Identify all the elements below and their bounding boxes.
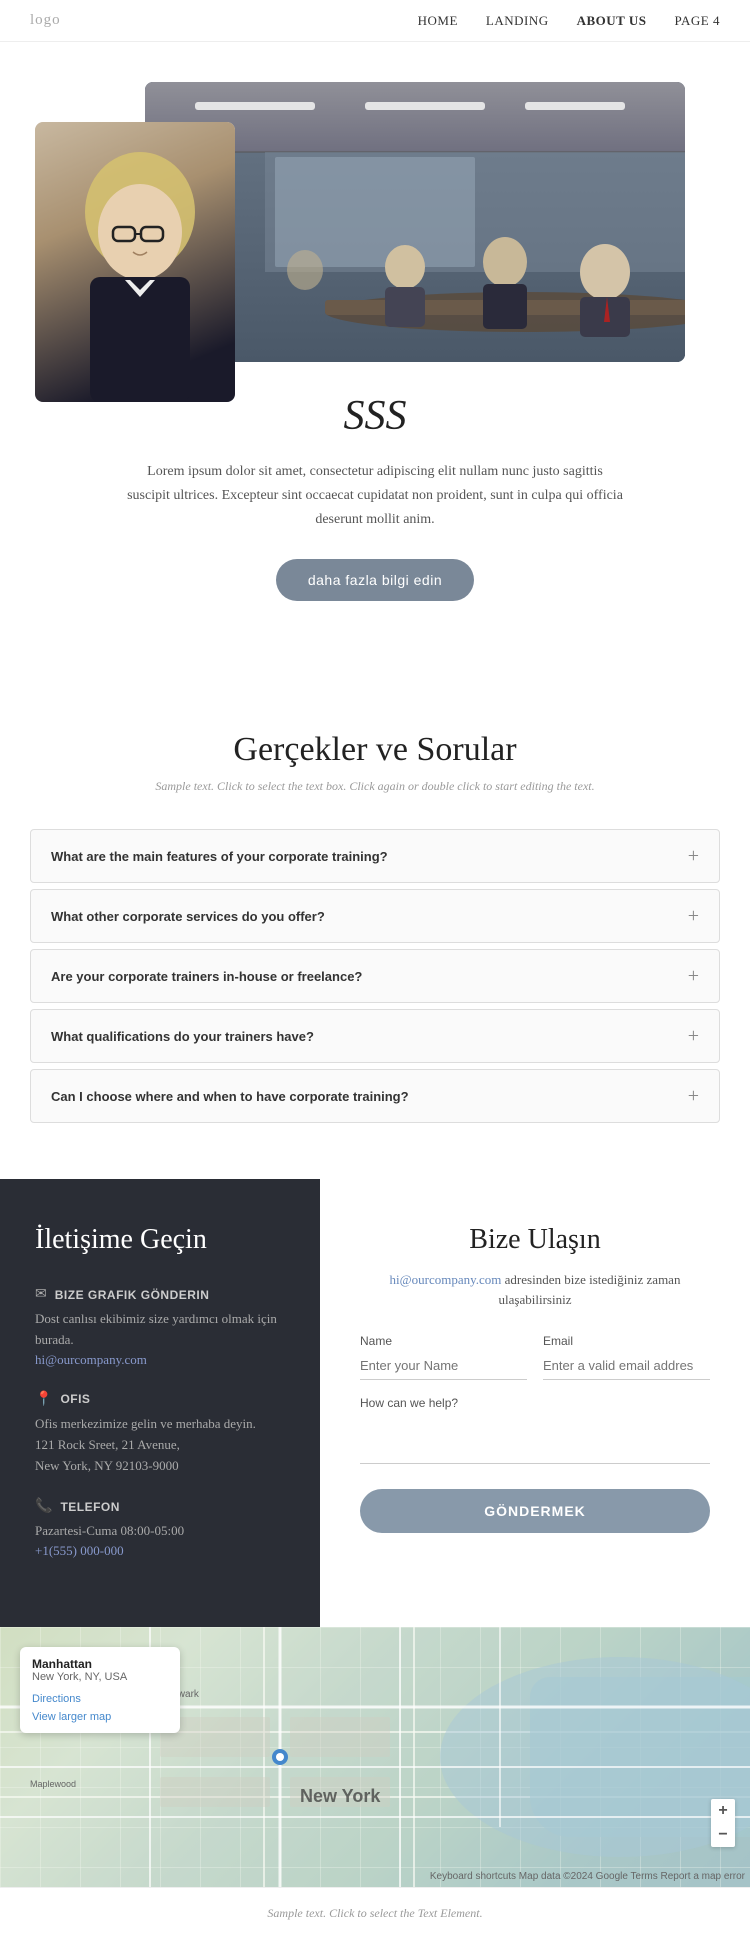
faq-section: Gerçekler ve Sorular Sample text. Click … — [0, 661, 750, 1179]
hero-overlay-portrait — [35, 122, 235, 402]
contact-left-panel: İletişime Geçin ✉ BIZE GRAFIK GÖNDERIN D… — [0, 1179, 320, 1627]
footer-text: Sample text. Click to select the Text El… — [267, 1906, 482, 1920]
map-section: New York Newark Maplewood Manhattan New … — [0, 1627, 750, 1887]
nav-link-about[interactable]: ABOUT US — [577, 13, 647, 29]
name-input[interactable] — [360, 1352, 527, 1380]
help-label: How can we help? — [360, 1396, 710, 1410]
contact-email-text: Dost canlısı ekibimiz size yardımcı olma… — [35, 1309, 285, 1351]
contact-phone-title: TELEFON — [60, 1500, 120, 1514]
map-directions-link[interactable]: Directions — [32, 1693, 81, 1705]
logo: logo — [30, 12, 61, 29]
map-background: New York Newark Maplewood Manhattan New … — [0, 1627, 750, 1887]
name-form-group: Name — [360, 1334, 527, 1380]
contact-right-panel: Bize Ulaşın hi@ourcompany.com adresinden… — [320, 1179, 750, 1627]
map-zoom-controls: + − — [711, 1799, 735, 1847]
contact-office-item: 📍 OFIS Ofis merkezimize gelin ve merhaba… — [35, 1391, 285, 1476]
contact-email-item: ✉ BIZE GRAFIK GÖNDERIN Dost canlısı ekib… — [35, 1286, 285, 1369]
email-icon: ✉ — [35, 1286, 47, 1303]
map-popup-address: New York, NY, USA — [32, 1671, 168, 1683]
svg-text:New York: New York — [300, 1786, 381, 1806]
hero-section: SSS Lorem ipsum dolor sit amet, consecte… — [0, 42, 750, 661]
help-textarea[interactable] — [360, 1414, 710, 1464]
email-form-group: Email — [543, 1334, 710, 1380]
email-label: Email — [543, 1334, 710, 1348]
portrait-svg — [35, 122, 235, 402]
faq-plus-4: + — [688, 1026, 699, 1046]
map-zoom-in-button[interactable]: + — [711, 1799, 735, 1823]
footer: Sample text. Click to select the Text El… — [0, 1887, 750, 1938]
contact-phone-text: Pazartesi-Cuma 08:00-05:00 — [35, 1521, 285, 1542]
faq-question-5: Can I choose where and when to have corp… — [51, 1089, 409, 1104]
faq-plus-1: + — [688, 846, 699, 866]
email-input[interactable] — [543, 1352, 710, 1380]
faq-subtitle: Sample text. Click to select the text bo… — [30, 779, 720, 794]
faq-question-4: What qualifications do your trainers hav… — [51, 1029, 314, 1044]
faq-title: Gerçekler ve Sorular — [30, 731, 720, 769]
contact-right-desc: hi@ourcompany.com adresinden bize istedi… — [360, 1270, 710, 1309]
contact-office-text: Ofis merkezimize gelin ve merhaba deyin.… — [35, 1414, 285, 1476]
navigation: logo HOME LANDING ABOUT US PAGE 4 — [0, 0, 750, 42]
contact-phone-link[interactable]: +1(555) 000-000 — [35, 1543, 124, 1558]
faq-plus-2: + — [688, 906, 699, 926]
contact-left-title: İletişime Geçin — [35, 1224, 285, 1256]
contact-office-header: 📍 OFIS — [35, 1391, 285, 1408]
faq-question-3: Are your corporate trainers in-house or … — [51, 969, 362, 984]
map-popup-title: Manhattan — [32, 1657, 168, 1671]
contact-email-title: BIZE GRAFIK GÖNDERIN — [55, 1288, 210, 1302]
contact-office-title: OFIS — [60, 1392, 90, 1406]
contact-right-email-link[interactable]: hi@ourcompany.com — [390, 1272, 502, 1287]
contact-email-link[interactable]: hi@ourcompany.com — [35, 1352, 147, 1367]
map-view-larger-link[interactable]: View larger map — [32, 1711, 168, 1723]
faq-item-1[interactable]: What are the main features of your corpo… — [30, 829, 720, 883]
name-label: Name — [360, 1334, 527, 1348]
faq-question-2: What other corporate services do you off… — [51, 909, 325, 924]
contact-email-header: ✉ BIZE GRAFIK GÖNDERIN — [35, 1286, 285, 1303]
faq-item-4[interactable]: What qualifications do your trainers hav… — [30, 1009, 720, 1063]
nav-link-landing[interactable]: LANDING — [486, 13, 549, 29]
nav-links: HOME LANDING ABOUT US PAGE 4 — [418, 13, 720, 29]
contact-form-row1: Name Email — [360, 1334, 710, 1380]
contact-phone-item: 📞 TELEFON Pazartesi-Cuma 08:00-05:00 +1(… — [35, 1498, 285, 1560]
map-attribution: Keyboard shortcuts Map data ©2024 Google… — [430, 1871, 745, 1882]
contact-phone-header: 📞 TELEFON — [35, 1498, 285, 1515]
hero-description: Lorem ipsum dolor sit amet, consectetur … — [125, 460, 625, 531]
map-popup: Manhattan New York, NY, USA Directions V… — [20, 1647, 180, 1733]
phone-icon: 📞 — [35, 1498, 52, 1515]
faq-question-1: What are the main features of your corpo… — [51, 849, 388, 864]
faq-plus-5: + — [688, 1086, 699, 1106]
faq-plus-3: + — [688, 966, 699, 986]
contact-section: İletişime Geçin ✉ BIZE GRAFIK GÖNDERIN D… — [0, 1179, 750, 1627]
map-zoom-out-button[interactable]: − — [711, 1823, 735, 1847]
nav-link-home[interactable]: HOME — [418, 13, 458, 29]
hero-cta-button[interactable]: daha fazla bilgi edin — [276, 559, 474, 601]
faq-item-5[interactable]: Can I choose where and when to have corp… — [30, 1069, 720, 1123]
hero-text-area: SSS Lorem ipsum dolor sit amet, consecte… — [125, 392, 625, 601]
faq-item-3[interactable]: Are your corporate trainers in-house or … — [30, 949, 720, 1003]
submit-button[interactable]: GÖNDERMEK — [360, 1489, 710, 1533]
faq-item-2[interactable]: What other corporate services do you off… — [30, 889, 720, 943]
hero-image-container — [35, 82, 715, 362]
svg-text:Maplewood: Maplewood — [30, 1779, 76, 1789]
contact-right-title: Bize Ulaşın — [360, 1224, 710, 1256]
nav-link-page4[interactable]: PAGE 4 — [674, 13, 720, 29]
location-icon: 📍 — [35, 1391, 52, 1408]
contact-right-desc-text: adresinden bize istediğiniz zaman ulaşab… — [499, 1272, 681, 1307]
